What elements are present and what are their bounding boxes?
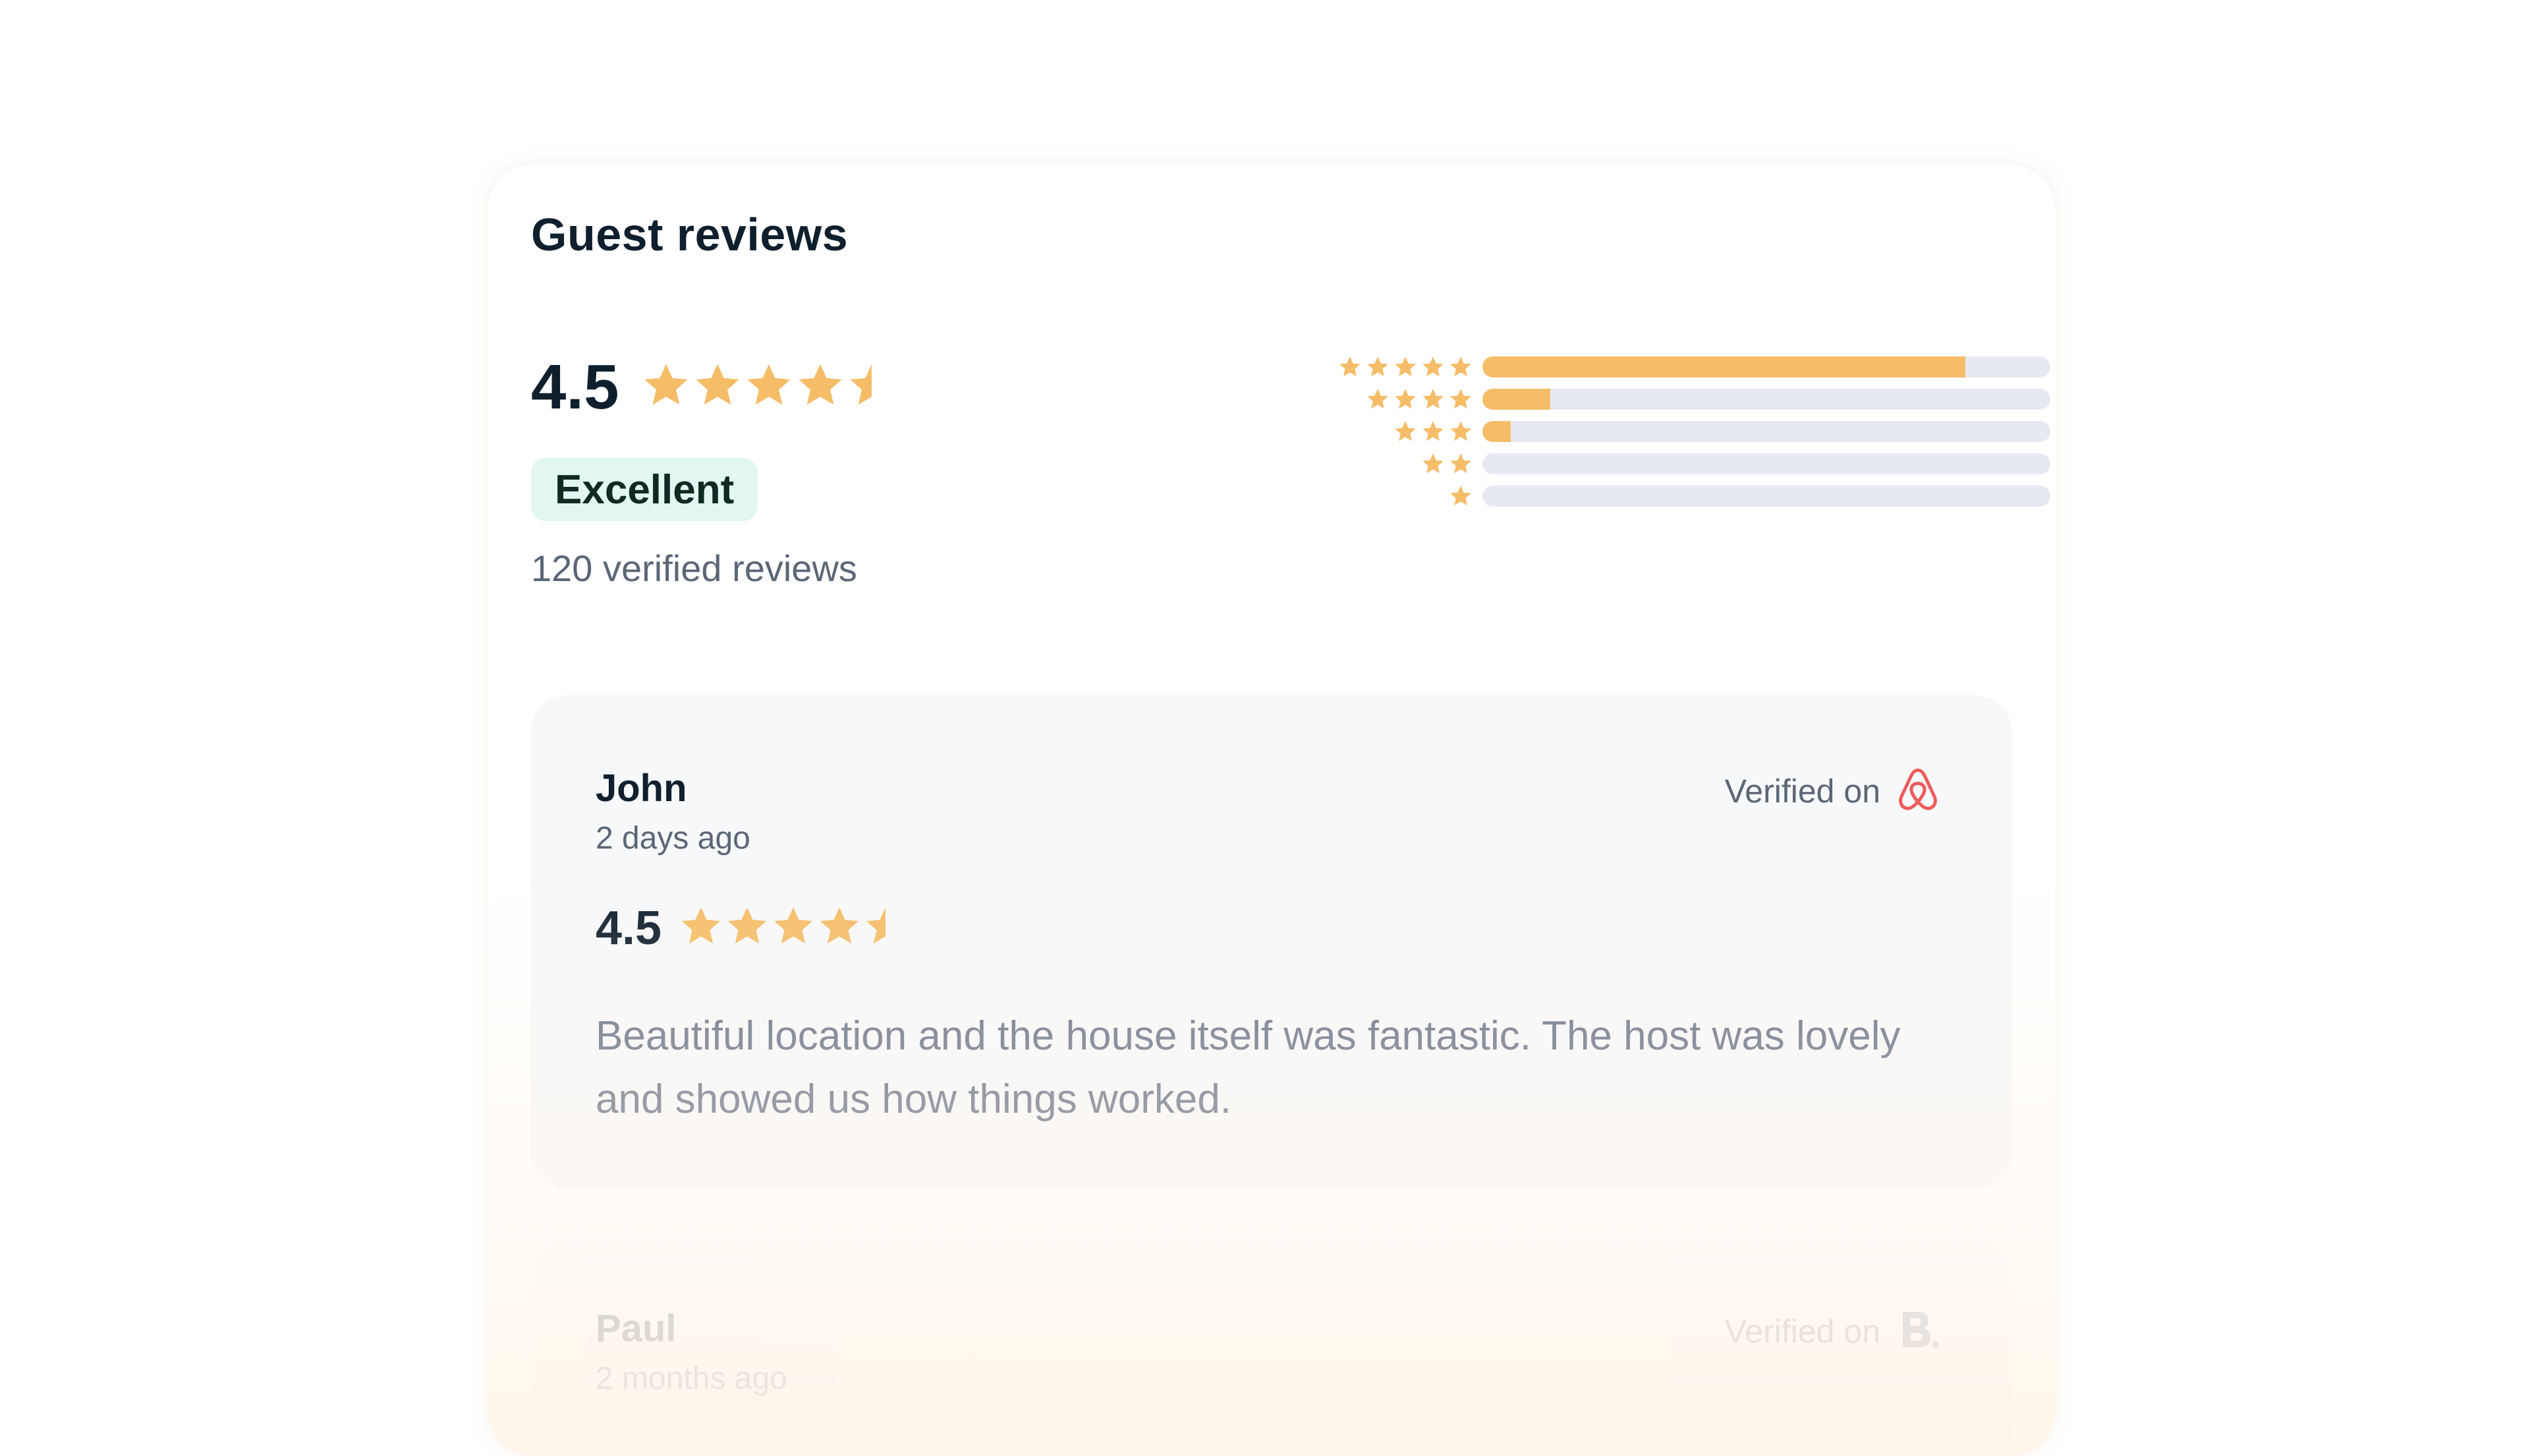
star-icon bbox=[796, 361, 845, 410]
distribution-bar-track bbox=[1482, 421, 2050, 442]
star-icon bbox=[1449, 484, 1473, 511]
star-icon bbox=[1449, 420, 1473, 447]
distribution-row-4-star bbox=[1308, 385, 2050, 414]
star-icon bbox=[864, 905, 907, 948]
section-title: Guest reviews bbox=[531, 209, 849, 260]
rating-label-badge: Excellent bbox=[531, 458, 758, 521]
star-icon bbox=[693, 361, 742, 410]
star-icon bbox=[1421, 387, 1445, 414]
distribution-stars bbox=[1449, 484, 1473, 511]
star-icon bbox=[1393, 355, 1417, 382]
star-icon bbox=[1449, 452, 1473, 479]
distribution-bar-fill bbox=[1482, 356, 1965, 378]
distribution-row-1-star bbox=[1308, 482, 2050, 511]
verified-badge: Verified on bbox=[1725, 1306, 1940, 1356]
star-icon bbox=[1421, 355, 1445, 382]
review-score: 4.5 bbox=[596, 902, 662, 955]
star-icon bbox=[642, 361, 690, 410]
reviewer-name: Paul bbox=[596, 1307, 677, 1350]
reviewer-name: John bbox=[596, 767, 687, 810]
distribution-stars bbox=[1393, 420, 1473, 447]
distribution-stars bbox=[1338, 355, 1473, 382]
verified-label: Verified on bbox=[1724, 772, 1880, 810]
star-icon bbox=[818, 905, 861, 948]
distribution-bar-fill bbox=[1482, 389, 1551, 410]
star-icon bbox=[1338, 355, 1362, 382]
distribution-row-5-star bbox=[1308, 352, 2050, 382]
booking-logo-icon bbox=[1896, 1306, 1940, 1356]
review-date: 2 days ago bbox=[596, 821, 750, 856]
star-icon bbox=[1421, 420, 1445, 447]
star-icon bbox=[1366, 387, 1390, 414]
review-count: 120 verified reviews bbox=[531, 547, 857, 589]
distribution-bar-track bbox=[1482, 389, 2050, 410]
distribution-stars bbox=[1366, 387, 1473, 414]
star-icon bbox=[1393, 420, 1417, 447]
star-icon bbox=[1393, 387, 1417, 414]
verified-badge: Verified on bbox=[1725, 766, 1940, 816]
distribution-row-2-star bbox=[1308, 449, 2050, 479]
star-icon bbox=[847, 361, 896, 410]
distribution-bar-fill bbox=[1482, 421, 1511, 442]
star-icon bbox=[725, 905, 769, 948]
distribution-row-3-star bbox=[1308, 417, 2050, 443]
distribution-stars bbox=[1421, 452, 1473, 479]
star-icon bbox=[1449, 355, 1473, 382]
review-text: Beautiful location and the house itself … bbox=[596, 1013, 1901, 1122]
star-icon bbox=[679, 905, 723, 948]
star-icon bbox=[1366, 355, 1390, 382]
overall-score: 4.5 bbox=[531, 352, 619, 422]
guest-reviews-card: Guest reviews 4.5 Excellent 120 verified… bbox=[488, 165, 2056, 1456]
review-card: John 2 days ago Verified on 4.5 Beautifu… bbox=[531, 695, 2012, 1189]
verified-label: Verified on bbox=[1724, 1312, 1880, 1350]
star-icon bbox=[1421, 452, 1445, 479]
review-star-rating bbox=[679, 905, 907, 948]
star-icon bbox=[745, 361, 793, 410]
distribution-bar-track bbox=[1482, 486, 2050, 507]
star-icon bbox=[772, 905, 815, 948]
review-date: 2 months ago bbox=[596, 1361, 787, 1396]
star-icon bbox=[1449, 387, 1473, 414]
distribution-bar-track bbox=[1482, 453, 2050, 474]
airbnb-logo-icon bbox=[1896, 766, 1940, 816]
overall-star-rating bbox=[642, 361, 896, 410]
distribution-bar-track bbox=[1482, 356, 2050, 378]
